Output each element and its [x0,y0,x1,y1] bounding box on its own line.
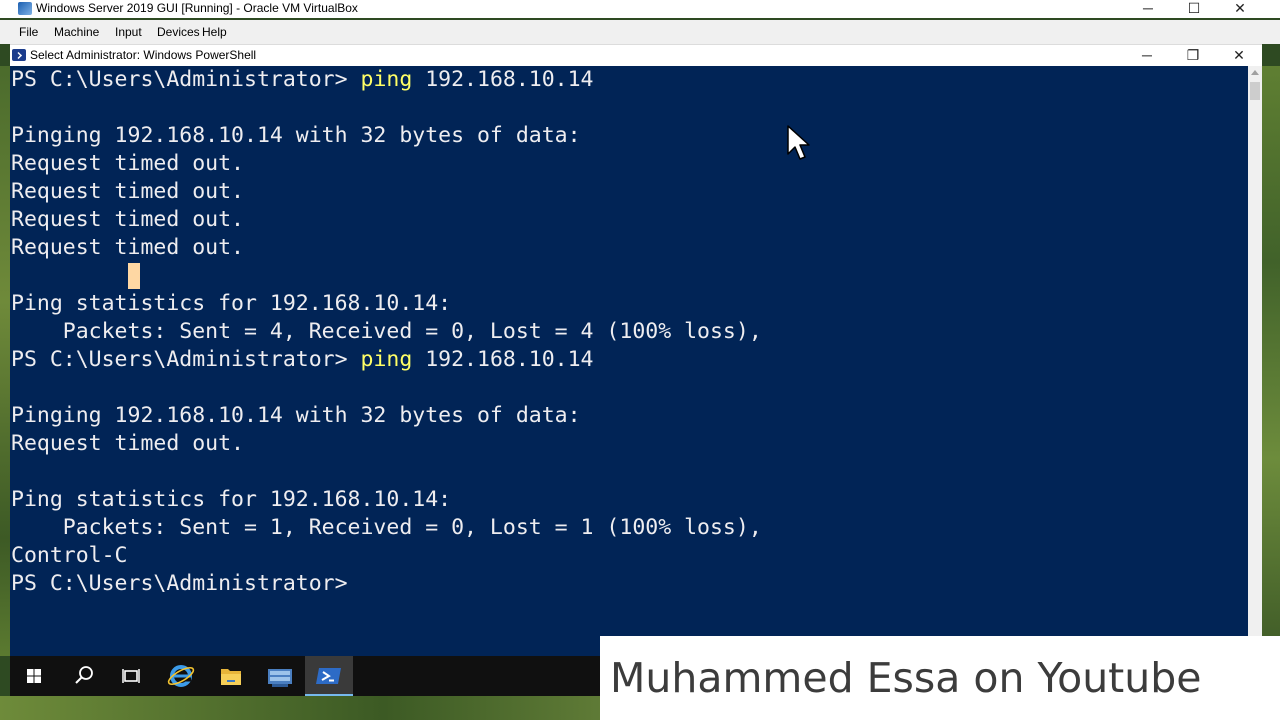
menu-input[interactable]: Devices [157,25,200,39]
ps-minimize-button[interactable]: ─ [1124,45,1170,67]
file-explorer-icon [221,669,241,685]
output-line: Control-C [11,543,128,568]
prompt-line: PS C:\Users\Administrator> ping 192.168.… [11,66,594,94]
virtualbox-menu-bar: File Machine Input Devices Help [0,20,1280,44]
internet-explorer-button[interactable] [157,656,205,696]
task-view-button[interactable] [107,656,155,696]
powershell-icon [316,668,341,684]
search-icon [75,666,93,684]
command-name: ping [360,347,413,372]
output-line: Pinging 192.168.10.14 with 32 bytes of d… [11,123,581,148]
output-line: Ping statistics for 192.168.10.14: [11,291,452,316]
mouse-pointer-icon [787,125,810,160]
powershell-icon [12,49,26,61]
output-line: Request timed out. [11,179,244,204]
scrollbar-thumb[interactable] [1250,82,1260,100]
console-scrollbar[interactable] [1248,66,1262,638]
watermark-banner: Muhammed Essa on Youtube [600,636,1280,720]
server-manager-icon [268,669,292,687]
command-args: 192.168.10.14 [412,347,594,372]
desktop-background-right [1262,66,1280,720]
minimize-button[interactable]: ─ [1125,0,1171,18]
menu-devices[interactable]: Help [202,25,227,39]
virtualbox-window-title: Windows Server 2019 GUI [Running] - Orac… [36,1,358,15]
output-line: Packets: Sent = 1, Received = 0, Lost = … [11,515,762,540]
maximize-button[interactable]: ☐ [1171,0,1217,18]
output-line: Request timed out. [11,431,244,456]
command-name: ping [360,67,413,92]
menu-file[interactable]: File [19,25,38,39]
server-manager-button[interactable] [256,656,304,696]
menu-machine[interactable]: Machine [54,25,99,39]
output-line: Ping statistics for 192.168.10.14: [11,487,452,512]
internet-explorer-icon [167,665,195,687]
start-button[interactable] [10,656,58,696]
task-view-icon [122,669,140,683]
text-cursor [128,263,140,289]
search-button[interactable] [59,656,107,696]
output-line: Request timed out. [11,207,244,232]
prompt-text: PS C:\Users\Administrator> [11,67,361,92]
powershell-console[interactable]: PS C:\Users\Administrator> ping 192.168.… [10,66,1248,656]
virtualbox-title-bar: Windows Server 2019 GUI [Running] - Orac… [0,0,1280,18]
command-args: 192.168.10.14 [412,67,594,92]
virtualbox-icon [18,2,32,15]
prompt-line: PS C:\Users\Administrator> ping 192.168.… [11,346,594,374]
prompt-text: PS C:\Users\Administrator> [11,347,361,372]
start-icon [27,669,41,683]
scroll-up-arrow-icon[interactable] [1251,70,1259,75]
output-line: Pinging 192.168.10.14 with 32 bytes of d… [11,403,581,428]
powershell-taskbar-button[interactable] [305,656,353,696]
powershell-window-title: Select Administrator: Windows PowerShell [30,48,257,62]
output-line: Packets: Sent = 4, Received = 0, Lost = … [11,319,762,344]
ps-restore-button[interactable]: ❐ [1170,45,1216,67]
desktop-background-left [0,66,10,656]
close-button[interactable]: ✕ [1217,0,1263,18]
ps-close-button[interactable]: ✕ [1216,45,1262,67]
prompt-line: PS C:\Users\Administrator> [11,570,361,598]
output-line: Request timed out. [11,235,244,260]
menu-view[interactable]: Input [115,25,142,39]
output-line: Request timed out. [11,151,244,176]
powershell-title-bar: Select Administrator: Windows PowerShell… [10,44,1262,67]
prompt-text: PS C:\Users\Administrator> [11,571,361,596]
file-explorer-button[interactable] [207,656,255,696]
